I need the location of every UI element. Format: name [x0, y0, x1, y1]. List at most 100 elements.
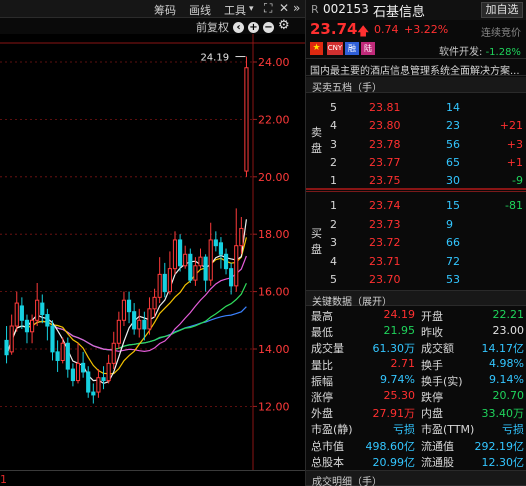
bid-row[interactable]: 1 23.74 15 -81: [306, 196, 526, 214]
trade-details-title[interactable]: 成交明细（手）: [306, 470, 526, 486]
bid-qty: 66: [446, 236, 460, 249]
bid-row[interactable]: 3 23.72 66: [306, 233, 526, 251]
ask-qty-change: +1: [506, 155, 523, 169]
price-header: 23.74 🡅 0.74 +3.22% 连续竞价: [306, 20, 526, 40]
up-candle: [152, 296, 157, 310]
company-description[interactable]: 国内最主要的酒店信息管理系统全面解决方案...: [306, 58, 526, 76]
key-data-value: 2.71: [390, 356, 416, 370]
bid-price: 23.73: [369, 217, 401, 231]
settings-gear-icon[interactable]: ⚙: [278, 18, 290, 33]
down-candle: [4, 339, 9, 356]
ask-level: 2: [330, 155, 337, 169]
key-data-value: 9.74%: [380, 372, 415, 386]
up-candle: [106, 362, 111, 382]
bid-row[interactable]: 4 23.71 72: [306, 252, 526, 270]
book-divider-top: [306, 188, 526, 190]
last-price: 23.74: [310, 20, 358, 38]
prev-icon[interactable]: ‹: [233, 20, 244, 33]
down-candle: [81, 362, 86, 373]
price-change-pct: +3.22%: [404, 23, 449, 36]
up-candle: [60, 342, 65, 361]
ask-qty: 65: [446, 155, 460, 169]
up-candle: [35, 299, 40, 321]
up-candle: [29, 319, 35, 333]
key-data-row: 外盘 27.91万 内盘 33.40万: [306, 404, 526, 420]
up-candle: [239, 227, 244, 247]
up-candle: [96, 377, 101, 393]
key-data-value: 20.70: [492, 389, 525, 402]
tools-button[interactable]: 工具: [224, 2, 246, 18]
down-candle: [142, 319, 147, 330]
ask-row[interactable]: 1 23.75 30 -9: [306, 171, 526, 189]
ask-row[interactable]: 2 23.77 65 +1: [306, 153, 526, 171]
candlestick-chart[interactable]: 24.00 22.00 20.00 18.00 16.00 14.00 12.00 24.1…: [0, 34, 305, 470]
key-data-value: 亏损: [502, 423, 524, 437]
key-data-label: 外盘: [311, 407, 333, 421]
more-icon[interactable]: »: [293, 1, 300, 15]
ask-row[interactable]: 4 23.80 23 +21: [306, 116, 526, 134]
stock-header: R 002153 石基信息 加自选: [306, 0, 526, 20]
up-candle: [137, 319, 142, 330]
bid-row[interactable]: 2 23.73 9: [306, 215, 526, 233]
bid-row[interactable]: 5 23.70 53: [306, 270, 526, 288]
stock-name: 石基信息: [373, 5, 426, 20]
up-candle: [147, 308, 152, 330]
bid-level: 2: [330, 217, 337, 231]
down-candle: [223, 253, 229, 270]
up-candle: [75, 362, 81, 382]
key-data-row: 最低 21.95 昨收 23.00: [306, 323, 526, 339]
key-data-value: 24.19: [383, 308, 416, 321]
ask-row[interactable]: 3 23.78 56 +3: [306, 135, 526, 153]
drawing-button[interactable]: 画线: [189, 2, 211, 18]
up-candle: [9, 325, 14, 353]
bid-level: 1: [330, 199, 337, 212]
key-data-value: 61.30万: [372, 342, 416, 356]
close-icon[interactable]: ✕: [279, 1, 289, 15]
add-watchlist-button[interactable]: 加自选: [481, 2, 523, 18]
key-data-row: 振幅 9.74% 换手(实) 9.14%: [306, 372, 526, 388]
down-candle: [101, 377, 106, 382]
key-data-row: 总股本 20.99亿 流通股 12.30亿: [306, 453, 526, 469]
y-tick-label: 24.00: [258, 56, 290, 69]
key-data-label: 昨收: [421, 326, 443, 340]
ask-qty: 14: [446, 101, 460, 114]
ask-row[interactable]: 5 23.81 14: [306, 98, 526, 116]
key-data-label: 成交量: [311, 342, 344, 356]
key-data-value: 9.14%: [489, 372, 524, 386]
keydata-title[interactable]: 关键数据（展开）: [306, 290, 526, 308]
down-candle: [65, 342, 70, 370]
key-data-value: 292.19亿: [474, 439, 525, 453]
down-candle: [178, 239, 183, 267]
bid-price: 23.72: [369, 236, 401, 249]
key-data-value: 亏损: [393, 423, 415, 437]
y-tick-label: 16.00: [258, 286, 290, 299]
expand-icon[interactable]: ⛶: [264, 1, 272, 16]
sector-info[interactable]: 软件开发: -1.28%: [439, 43, 521, 58]
y-tick-label: 18.00: [258, 228, 290, 241]
key-data-value: 12.30亿: [481, 455, 525, 469]
tools-caret-icon[interactable]: ▾: [249, 4, 254, 14]
chips-button[interactable]: 筹码: [154, 2, 176, 18]
down-candle: [126, 299, 132, 313]
ask-qty-change: +21: [499, 119, 523, 133]
up-candle: [157, 273, 162, 298]
high-price-label: 24.19: [200, 53, 229, 64]
key-data-value: 22.21: [492, 308, 525, 321]
margin-tag: 融: [345, 42, 359, 55]
ask-qty-change: +3: [506, 137, 523, 151]
ask-price: 23.80: [369, 119, 401, 133]
key-data-label: 开盘: [421, 310, 443, 323]
key-data-value: 4.98%: [489, 356, 524, 370]
key-data-row: 最高 24.19 开盘 22.21: [306, 307, 526, 323]
key-data-label: 振幅: [311, 374, 333, 388]
key-data-label: 成交额: [421, 342, 454, 356]
zoom-out-icon[interactable]: −: [263, 20, 274, 33]
down-candle: [40, 302, 45, 316]
zoom-in-icon[interactable]: +: [248, 20, 259, 33]
price-change: 0.74: [374, 23, 399, 36]
key-data-row: 涨停 25.30 跌停 20.70: [306, 388, 526, 404]
up-candle: [193, 265, 198, 281]
up-candle: [121, 299, 127, 321]
adjust-mode-button[interactable]: 前复权: [196, 19, 229, 35]
y-tick-label: 12.00: [258, 400, 290, 413]
